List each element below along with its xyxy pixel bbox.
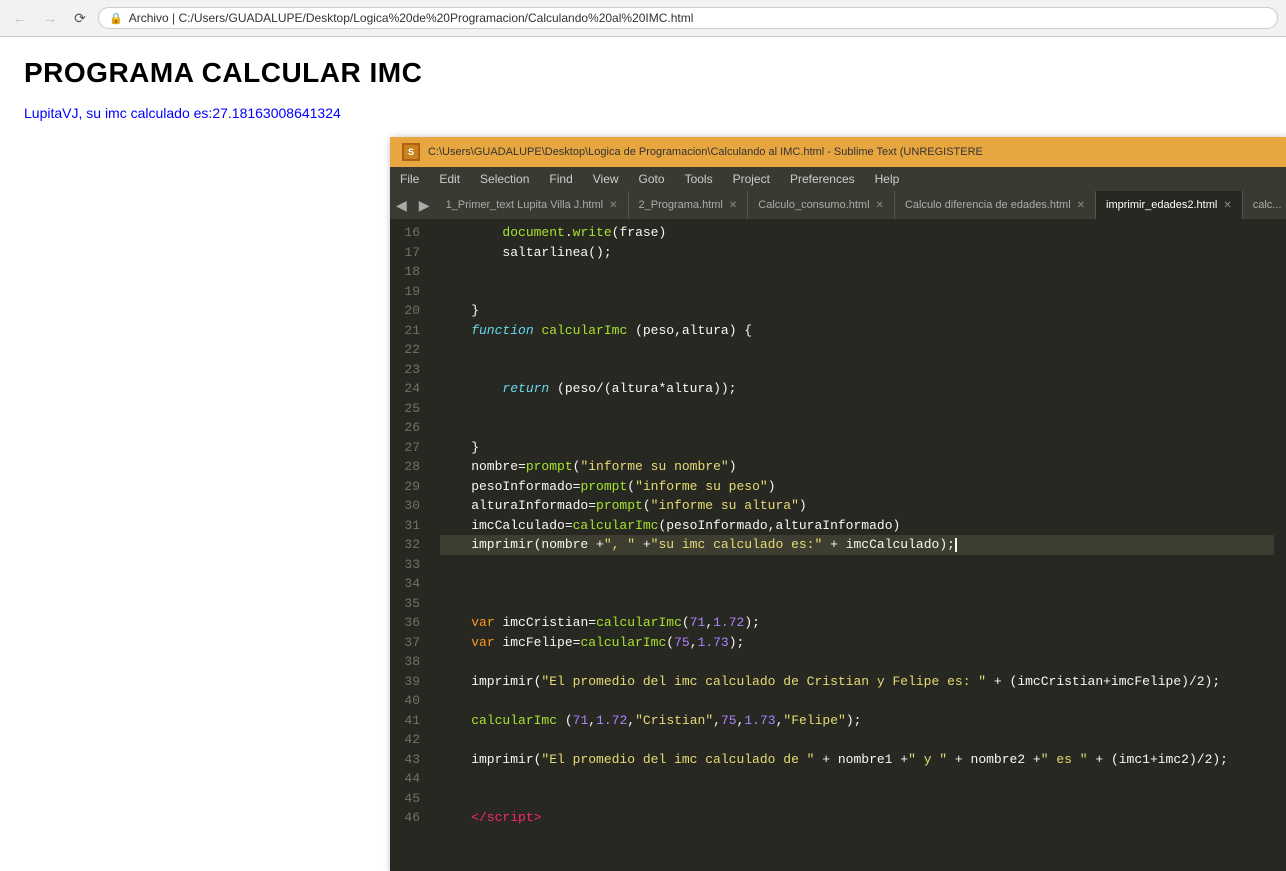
tab-1[interactable]: 1_Primer_text Lupita Villa J.html ✕ — [436, 191, 629, 219]
menu-edit[interactable]: Edit — [429, 169, 470, 189]
tab-3-label: Calculo_consumo.html — [758, 199, 869, 211]
tab-2-close[interactable]: ✕ — [729, 200, 737, 211]
browser-chrome: ← → ⟳ 🔒 Archivo | C:/Users/GUADALUPE/Des… — [0, 0, 1286, 37]
menu-preferences[interactable]: Preferences — [780, 169, 865, 189]
menu-project[interactable]: Project — [723, 169, 780, 189]
tab-4-close[interactable]: ✕ — [1077, 200, 1085, 211]
tab-5-label: imprimir_edades2.html — [1106, 199, 1217, 211]
sublime-tabbar: ◀ ▶ 1_Primer_text Lupita Villa J.html ✕ … — [390, 191, 1286, 219]
tab-next-button[interactable]: ▶ — [413, 191, 436, 219]
tab-6-label: calc... — [1253, 199, 1282, 211]
menu-find[interactable]: Find — [539, 169, 582, 189]
tab-4-label: Calculo diferencia de edades.html — [905, 199, 1071, 211]
sublime-window: S C:\Users\GUADALUPE\Desktop\Logica de P… — [390, 137, 1286, 871]
sublime-title-text: C:\Users\GUADALUPE\Desktop\Logica de Pro… — [428, 146, 983, 158]
tab-5-close[interactable]: ✕ — [1223, 200, 1231, 211]
tab-4[interactable]: Calculo diferencia de edades.html ✕ — [895, 191, 1096, 219]
forward-button[interactable]: → — [38, 6, 62, 30]
reload-button[interactable]: ⟳ — [68, 6, 92, 30]
tab-3-close[interactable]: ✕ — [876, 200, 884, 211]
tab-2[interactable]: 2_Programa.html ✕ — [629, 191, 749, 219]
menu-view[interactable]: View — [583, 169, 629, 189]
menu-file[interactable]: File — [390, 169, 429, 189]
tab-1-label: 1_Primer_text Lupita Villa J.html — [446, 199, 604, 211]
sublime-logo: S — [402, 143, 420, 161]
browser-toolbar: ← → ⟳ 🔒 Archivo | C:/Users/GUADALUPE/Des… — [0, 0, 1286, 36]
tab-6[interactable]: calc... ✕ — [1243, 191, 1286, 219]
sublime-menubar: File Edit Selection Find View Goto Tools… — [390, 167, 1286, 191]
back-button[interactable]: ← — [8, 6, 32, 30]
tab-prev-button[interactable]: ◀ — [390, 191, 413, 219]
address-bar[interactable]: 🔒 Archivo | C:/Users/GUADALUPE/Desktop/L… — [98, 7, 1278, 29]
tab-1-close[interactable]: ✕ — [609, 200, 617, 211]
menu-selection[interactable]: Selection — [470, 169, 539, 189]
address-text: Archivo | C:/Users/GUADALUPE/Desktop/Log… — [129, 11, 694, 25]
menu-goto[interactable]: Goto — [629, 169, 675, 189]
menu-tools[interactable]: Tools — [675, 169, 723, 189]
page-content: PROGRAMA CALCULAR IMC LupitaVJ, su imc c… — [0, 37, 1286, 161]
code-content[interactable]: document.write(frase) saltarlinea(); } f… — [428, 219, 1286, 871]
page-subtitle: LupitaVJ, su imc calculado es:27.1816300… — [24, 105, 1262, 121]
menu-help[interactable]: Help — [865, 169, 910, 189]
lock-icon: 🔒 — [109, 12, 123, 25]
line-numbers: 1617181920212223242526272829303132333435… — [390, 219, 428, 871]
sublime-titlebar: S C:\Users\GUADALUPE\Desktop\Logica de P… — [390, 137, 1286, 167]
tab-3[interactable]: Calculo_consumo.html ✕ — [748, 191, 895, 219]
tab-5[interactable]: imprimir_edades2.html ✕ — [1096, 191, 1243, 219]
code-editor[interactable]: 1617181920212223242526272829303132333435… — [390, 219, 1286, 871]
tab-2-label: 2_Programa.html — [639, 199, 723, 211]
page-title: PROGRAMA CALCULAR IMC — [24, 57, 1262, 89]
